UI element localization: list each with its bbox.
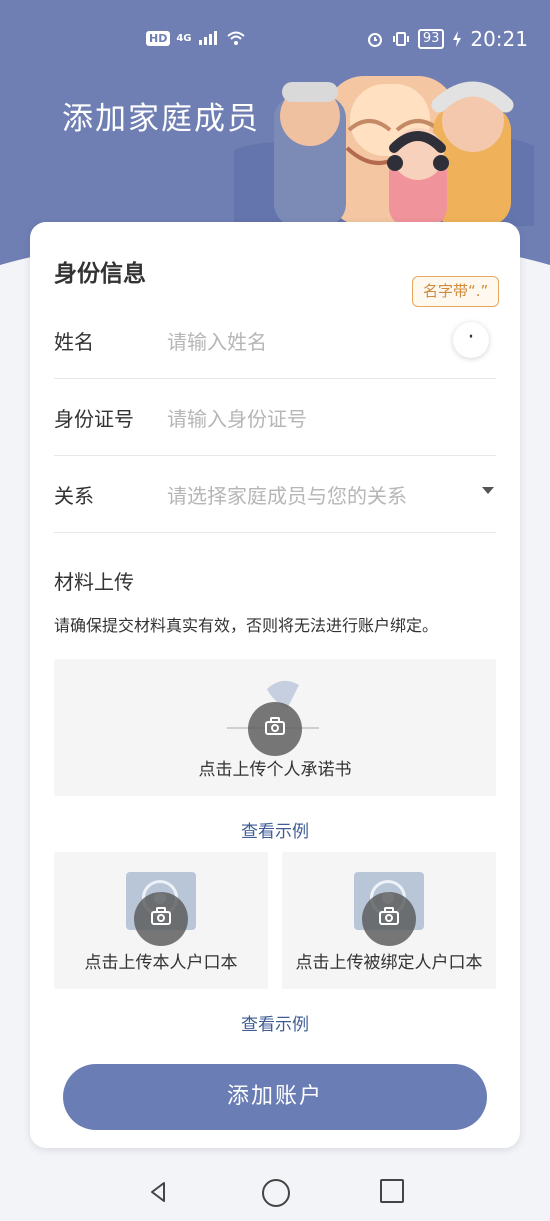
id-number-label: 身份证号 [54, 407, 134, 431]
own-household-upload-label: 点击上传本人户口本 [84, 953, 238, 973]
name-placeholder[interactable]: 请输入姓名 [167, 326, 267, 355]
upload-note: 请确保提交材料真实有效，否则将无法进行账户绑定。 [54, 616, 439, 635]
signal-icon [198, 31, 217, 45]
hd-badge: HD [146, 30, 171, 46]
id-number-field[interactable]: 身份证号 请输入身份证号 [54, 379, 496, 456]
recent-apps-icon[interactable] [380, 1179, 404, 1203]
example-link[interactable]: 查看示例 [30, 817, 520, 842]
bound-household-upload-box[interactable]: 点击上传被绑定人户口本 [282, 852, 496, 989]
charging-icon [453, 31, 462, 47]
example-link-secondary[interactable]: 查看示例 [30, 1010, 520, 1035]
id-number-placeholder[interactable]: 请输入身份证号 [167, 403, 307, 432]
camera-icon[interactable] [362, 892, 416, 946]
status-right: 93 20:21 [366, 27, 528, 51]
chevron-down-icon [482, 487, 494, 494]
battery-icon: 93 [417, 29, 445, 49]
relationship-placeholder[interactable]: 请选择家庭成员与您的关系 [167, 480, 407, 509]
upload-section-title: 材料上传 [54, 570, 134, 594]
status-left: HD 4G [146, 30, 246, 46]
own-household-upload-box[interactable]: 点击上传本人户口本 [54, 852, 268, 989]
page-title: 添加家庭成员 [62, 101, 260, 137]
camera-icon[interactable] [134, 892, 188, 946]
back-icon[interactable] [146, 1180, 170, 1204]
identity-section-title: 身份信息 [54, 261, 146, 287]
wifi-icon [226, 31, 245, 45]
relationship-label: 关系 [54, 484, 94, 508]
member-form-card: 身份信息 名字带“.” · 姓名 请输入姓名 身份证号 请输入身份证号 关系 请… [30, 222, 520, 1148]
name-label: 姓名 [54, 330, 94, 354]
home-icon[interactable] [262, 1179, 290, 1207]
alarm-icon [367, 33, 382, 47]
clock: 20:21 [470, 27, 528, 51]
vibrate-icon [392, 32, 409, 46]
add-account-button[interactable]: 添加账户 [63, 1064, 487, 1130]
network-label: 4G [176, 32, 192, 44]
promise-upload-box[interactable]: 点击上传个人承诺书 [54, 659, 496, 796]
promise-upload-label: 点击上传个人承诺书 [198, 760, 352, 780]
android-navigation-bar [0, 1165, 550, 1221]
bound-household-upload-label: 点击上传被绑定人户口本 [295, 953, 483, 973]
status-bar: HD 4G 93 20:21 [0, 0, 550, 62]
family-illustration [234, 76, 534, 226]
camera-icon[interactable] [248, 702, 302, 756]
relationship-select[interactable]: 关系 请选择家庭成员与您的关系 [54, 456, 496, 533]
name-field[interactable]: 姓名 请输入姓名 [54, 302, 496, 379]
